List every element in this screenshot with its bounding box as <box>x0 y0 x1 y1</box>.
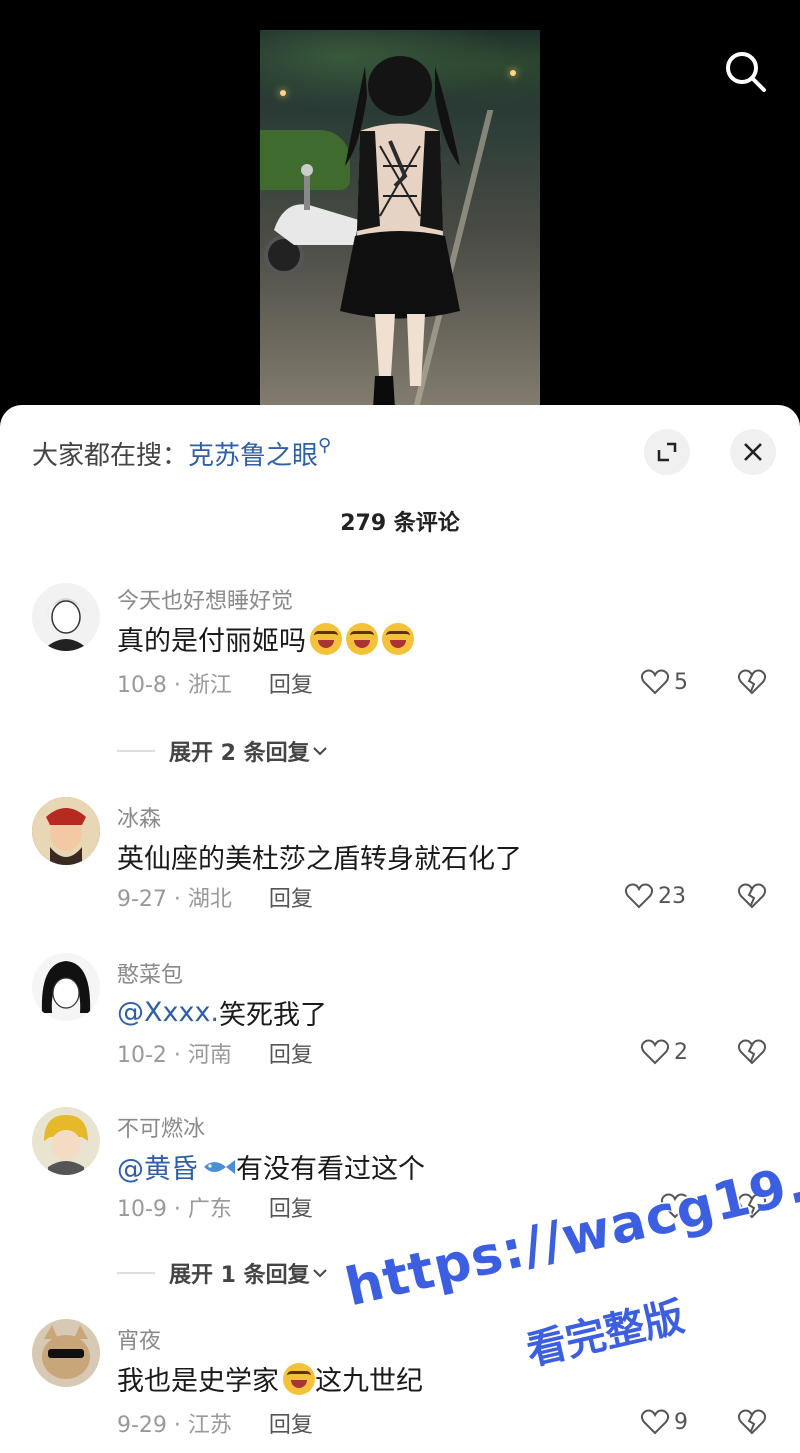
expand-icon <box>657 442 677 462</box>
expand-replies-button[interactable]: 展开 1 条回复 <box>117 1257 330 1289</box>
comment-body: 笑死我了 <box>219 1000 328 1031</box>
comment-body-continued: 这九世纪 <box>315 1366 423 1397</box>
like-button[interactable]: 23 <box>624 881 686 911</box>
comment-meta: 9-29 · 江苏 回复 <box>117 1407 313 1439</box>
chevron-down-icon <box>312 1269 327 1278</box>
mention-link[interactable]: @Xxxx. <box>117 997 219 1028</box>
broken-heart-icon[interactable] <box>737 881 767 911</box>
avatar[interactable] <box>32 583 100 651</box>
heart-icon <box>640 669 670 695</box>
reply-button[interactable]: 回复 <box>269 1043 313 1068</box>
fish-icon <box>204 1159 235 1174</box>
broken-heart-icon[interactable] <box>737 1191 767 1221</box>
expand-button[interactable] <box>644 429 690 475</box>
avatar[interactable] <box>32 1107 100 1175</box>
like-count: 9 <box>674 1409 688 1435</box>
mention-link[interactable]: @黄昏 <box>117 1147 198 1186</box>
comment-sheet: 大家都在搜：克苏鲁之眼⚲ 279 条评论 今天也好想睡好觉 真的是付丽姬吗 10… <box>0 405 800 1453</box>
comment-username[interactable]: 不可燃冰 <box>117 1111 205 1143</box>
comment-text: @Xxxx. 笑死我了 <box>117 993 327 1032</box>
comment-date-location: 9-27 · 湖北 <box>117 887 232 912</box>
broken-heart-icon[interactable] <box>737 667 767 697</box>
comment-username[interactable]: 冰森 <box>117 801 161 833</box>
comment-body: 真的是付丽姬吗 <box>117 626 306 657</box>
broken-heart-icon[interactable] <box>737 1037 767 1067</box>
street-light <box>280 90 286 96</box>
like-button[interactable] <box>660 1191 694 1221</box>
avatar[interactable] <box>32 1319 100 1387</box>
like-button[interactable]: 2 <box>640 1037 688 1067</box>
hot-search-label: 大家都在搜： <box>32 441 189 471</box>
expand-replies-label: 展开 2 条回复 <box>169 741 310 766</box>
like-button[interactable]: 9 <box>640 1407 688 1437</box>
comment-username[interactable]: 今天也好想睡好觉 <box>117 583 293 615</box>
laughing-emoji <box>346 622 378 655</box>
close-button[interactable] <box>730 429 776 475</box>
reply-button[interactable]: 回复 <box>269 673 313 698</box>
comment-username[interactable]: 宵夜 <box>117 1323 161 1355</box>
comment-date-location: 9-29 · 江苏 <box>117 1413 232 1438</box>
reply-button[interactable]: 回复 <box>269 1413 313 1438</box>
search-button[interactable] <box>718 44 774 100</box>
heart-icon <box>660 1193 690 1219</box>
hot-search-link[interactable]: 大家都在搜：克苏鲁之眼⚲ <box>32 435 331 472</box>
heart-icon <box>640 1039 670 1065</box>
comment-text: 我也是史学家 这九世纪 <box>117 1359 423 1398</box>
sheet-header: 大家都在搜：克苏鲁之眼⚲ <box>0 405 800 505</box>
person-image <box>340 56 460 408</box>
like-count: 23 <box>658 883 686 909</box>
like-button[interactable]: 5 <box>640 667 688 697</box>
comment-username[interactable]: 憨菜包 <box>117 957 183 989</box>
broken-heart-icon[interactable] <box>737 1407 767 1437</box>
comment-meta: 10-8 · 浙江 回复 <box>117 667 313 699</box>
avatar[interactable] <box>32 953 100 1021</box>
comment-meta: 10-2 · 河南 回复 <box>117 1037 313 1069</box>
video-area[interactable] <box>0 0 800 420</box>
laughing-emoji <box>310 622 342 655</box>
comment-body: 英仙座的美杜莎之盾转身就石化了 <box>117 844 522 875</box>
like-count: 2 <box>674 1039 688 1065</box>
hot-search-term[interactable]: 克苏鲁之眼 <box>188 441 318 471</box>
divider-line <box>117 1272 155 1274</box>
expand-replies-button[interactable]: 展开 2 条回复 <box>117 735 330 767</box>
comment-meta: 9-27 · 湖北 回复 <box>117 881 313 913</box>
reply-button[interactable]: 回复 <box>269 887 313 912</box>
like-count: 5 <box>674 669 688 695</box>
heart-icon <box>624 883 654 909</box>
comment-count: 279 条评论 <box>340 511 460 536</box>
comment-text: 真的是付丽姬吗 <box>117 619 414 658</box>
avatar[interactable] <box>32 797 100 865</box>
comment-date-location: 10-2 · 河南 <box>117 1043 232 1068</box>
comment-body: 有没有看过这个 <box>236 1154 425 1185</box>
heart-icon <box>640 1409 670 1435</box>
street-light <box>510 70 516 76</box>
reply-button[interactable]: 回复 <box>269 1197 313 1222</box>
comment-meta: 10-9 · 广东 回复 <box>117 1191 313 1223</box>
close-icon <box>744 443 762 461</box>
search-small-icon: ⚲ <box>318 435 332 456</box>
search-icon <box>726 52 766 92</box>
comment-text: @黄昏 有没有看过这个 <box>117 1147 425 1186</box>
divider-line <box>117 750 155 752</box>
chevron-down-icon <box>312 747 327 756</box>
comment-text: 英仙座的美杜莎之盾转身就石化了 <box>117 837 522 876</box>
video-thumbnail[interactable] <box>260 30 540 408</box>
comment-date-location: 10-8 · 浙江 <box>117 673 232 698</box>
laughing-emoji <box>283 1362 315 1395</box>
comment-body: 我也是史学家 <box>117 1366 279 1397</box>
expand-replies-label: 展开 1 条回复 <box>169 1263 310 1288</box>
comment-date-location: 10-9 · 广东 <box>117 1197 232 1222</box>
laughing-emoji <box>382 622 414 655</box>
